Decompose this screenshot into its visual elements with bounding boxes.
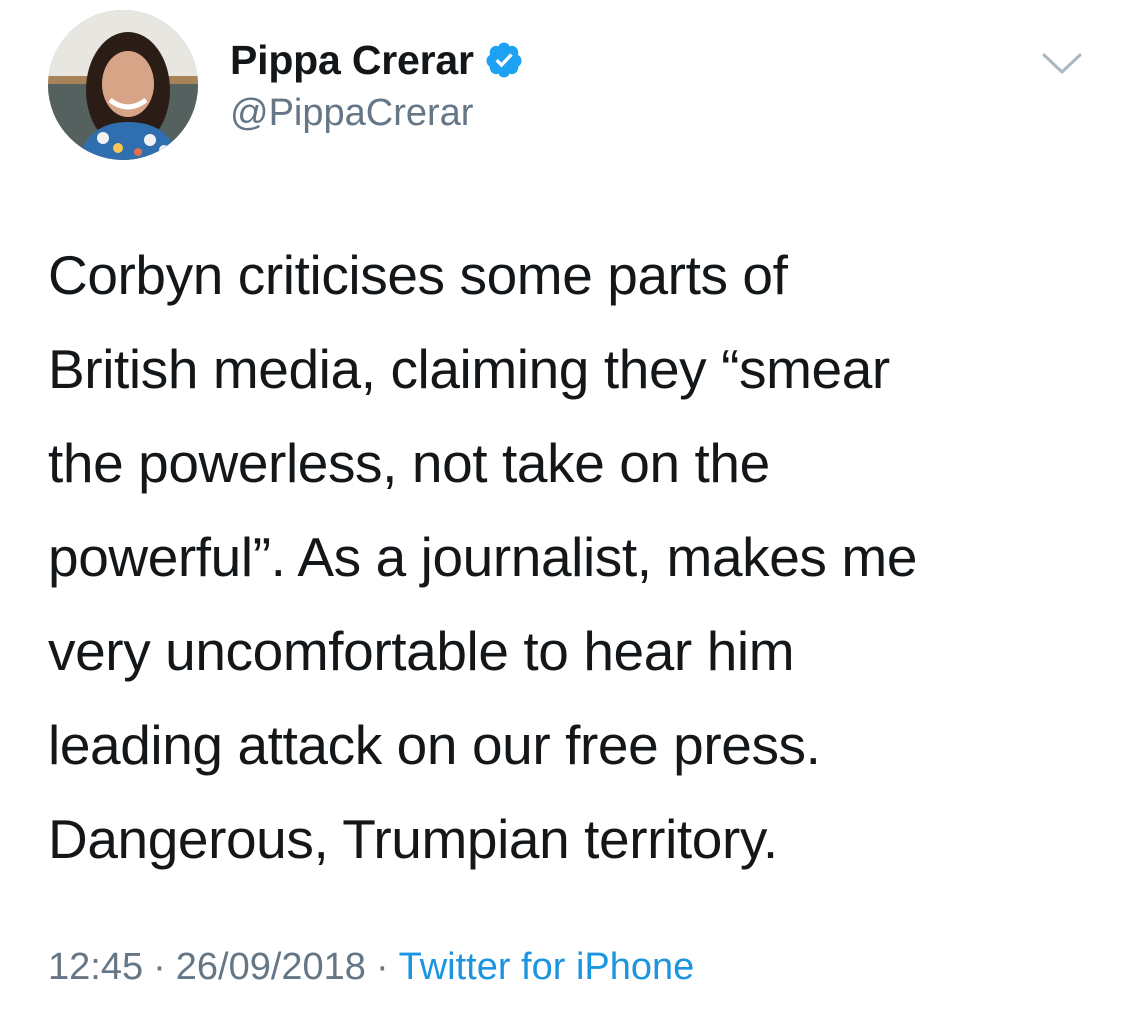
name-row: Pippa Crerar	[230, 34, 524, 86]
tweet-card: Pippa Crerar @PippaCrerar Corbyn critici…	[0, 0, 1125, 1009]
separator-dot: ·	[375, 946, 389, 988]
tweet-text: Corbyn criticises some parts of British …	[48, 244, 918, 870]
tweet-date[interactable]: 26/09/2018	[176, 946, 366, 988]
tweet-time[interactable]: 12:45	[48, 946, 143, 988]
user-handle[interactable]: @PippaCrerar	[230, 92, 524, 135]
chevron-down-icon[interactable]	[1041, 52, 1083, 76]
separator-dot: ·	[153, 946, 166, 988]
verified-badge-icon	[484, 40, 524, 80]
display-name[interactable]: Pippa Crerar	[230, 37, 474, 84]
author-info: Pippa Crerar @PippaCrerar	[230, 34, 524, 135]
avatar[interactable]	[48, 10, 198, 160]
tweet-metadata: 12:45 · 26/09/2018 · Twitter for iPhone	[48, 946, 694, 989]
avatar-photo-icon	[48, 10, 198, 160]
tweet-source-link[interactable]: Twitter for iPhone	[399, 946, 695, 988]
